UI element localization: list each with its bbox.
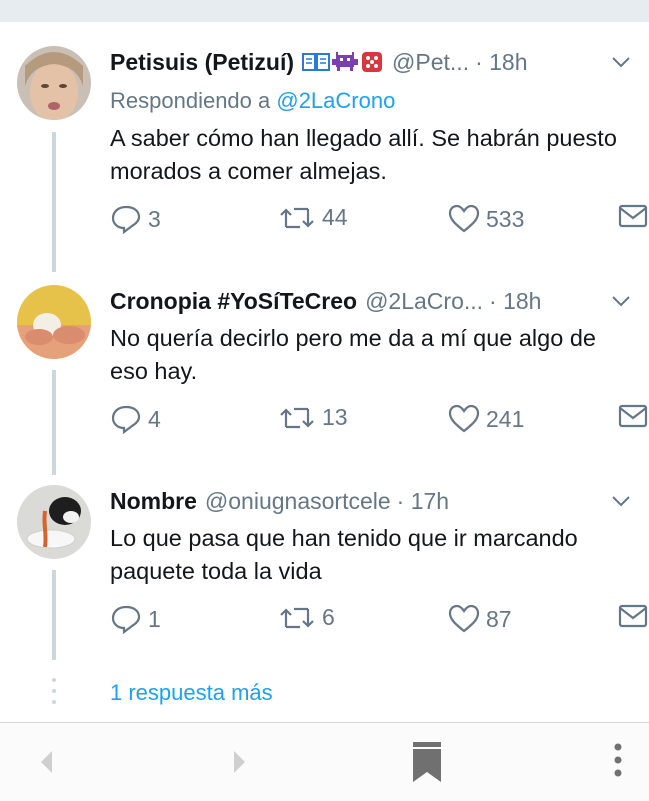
retweet-icon bbox=[280, 207, 314, 228]
more-options-icon[interactable] bbox=[608, 741, 628, 781]
tweet-text: No quería decirlo pero me da a mí que al… bbox=[110, 325, 596, 384]
retweet-icon bbox=[280, 407, 314, 428]
tweet-header: Nombre @oniugnasortcele · 17h bbox=[110, 481, 599, 521]
more-replies-dots bbox=[52, 678, 56, 711]
reply-button[interactable]: 4 bbox=[110, 404, 161, 434]
reply-count: 1 bbox=[148, 605, 161, 632]
more-replies-link[interactable]: 1 respuesta más bbox=[110, 680, 273, 706]
timestamp[interactable]: · 18h bbox=[489, 288, 541, 315]
like-count: 87 bbox=[486, 605, 512, 632]
tweet-header: Petisuis (Petizuí) @Pet... · 18h bbox=[110, 42, 599, 82]
tweet-text: A saber cómo han llegado allí. Se habrán… bbox=[110, 125, 617, 184]
like-button[interactable]: 241 bbox=[448, 404, 524, 434]
like-button[interactable]: 533 bbox=[448, 204, 524, 234]
message-button[interactable] bbox=[618, 604, 649, 628]
user-handle[interactable]: @2LaCro... bbox=[365, 288, 483, 315]
tweet[interactable]: Petisuis (Petizuí) @Pet... · 18h Respond… bbox=[0, 42, 649, 272]
message-button[interactable] bbox=[618, 204, 649, 228]
retweet-button[interactable]: 6 bbox=[278, 604, 335, 631]
heart-icon bbox=[448, 604, 480, 633]
reply-button[interactable]: 1 bbox=[110, 604, 161, 634]
name-emojis bbox=[302, 50, 384, 74]
tweet-header: Cronopia #YoSíTeCreo @2LaCro... · 18h bbox=[110, 281, 599, 321]
reply-count: 3 bbox=[148, 205, 161, 232]
envelope-icon bbox=[618, 404, 648, 428]
chevron-down-icon[interactable] bbox=[609, 50, 633, 74]
space-invader-icon bbox=[332, 52, 359, 71]
forward-arrow-icon[interactable] bbox=[228, 747, 250, 777]
replying-to-label: Respondiendo a bbox=[110, 88, 277, 113]
replying-to-mention[interactable]: @2LaCrono bbox=[276, 88, 395, 113]
replying-to: Respondiendo a @2LaCrono bbox=[110, 88, 395, 114]
tweet[interactable]: Nombre @oniugnasortcele · 17h Lo que pas… bbox=[0, 481, 649, 671]
timestamp[interactable]: · 18h bbox=[475, 49, 527, 76]
reply-button[interactable]: 3 bbox=[110, 204, 161, 234]
tweet[interactable]: Cronopia #YoSíTeCreo @2LaCro... · 18h No… bbox=[0, 281, 649, 471]
reply-icon bbox=[111, 405, 141, 434]
avatar[interactable] bbox=[17, 285, 91, 359]
reply-icon bbox=[111, 605, 141, 634]
tweet-actions: 3 44 533 bbox=[110, 204, 649, 234]
tweet-text: Lo que pasa que han tenido que ir marcan… bbox=[110, 525, 578, 584]
dice-icon bbox=[362, 52, 383, 72]
back-arrow-icon[interactable] bbox=[36, 747, 58, 777]
book-emoji-icon bbox=[302, 53, 331, 71]
chevron-down-icon[interactable] bbox=[609, 289, 633, 313]
user-handle[interactable]: @Pet... bbox=[392, 49, 469, 76]
envelope-icon bbox=[618, 204, 648, 228]
envelope-icon bbox=[618, 604, 648, 628]
retweet-icon bbox=[280, 607, 314, 628]
reply-count: 4 bbox=[148, 405, 161, 432]
retweet-button[interactable]: 44 bbox=[278, 204, 348, 231]
retweet-button[interactable]: 13 bbox=[278, 404, 348, 431]
display-name[interactable]: Petisuis (Petizuí) bbox=[110, 49, 294, 76]
message-button[interactable] bbox=[618, 404, 649, 428]
chevron-down-icon[interactable] bbox=[609, 489, 633, 513]
bookmark-icon[interactable] bbox=[410, 739, 444, 785]
like-count: 241 bbox=[486, 405, 525, 432]
retweet-count: 44 bbox=[322, 204, 348, 230]
display-name[interactable]: Cronopia #YoSíTeCreo bbox=[110, 288, 357, 315]
top-separator bbox=[0, 0, 649, 22]
avatar[interactable] bbox=[17, 46, 91, 120]
browser-toolbar bbox=[0, 722, 649, 801]
user-handle[interactable]: @oniugnasortcele bbox=[205, 488, 391, 515]
like-count: 533 bbox=[486, 205, 525, 232]
tweet-actions: 4 13 241 bbox=[110, 404, 649, 434]
reply-icon bbox=[111, 205, 141, 234]
retweet-count: 13 bbox=[322, 404, 348, 430]
heart-icon bbox=[448, 404, 480, 433]
retweet-count: 6 bbox=[322, 604, 335, 630]
like-button[interactable]: 87 bbox=[448, 604, 512, 634]
timestamp[interactable]: · 17h bbox=[397, 488, 449, 515]
avatar[interactable] bbox=[17, 485, 91, 559]
tweet-actions: 1 6 87 bbox=[110, 604, 649, 634]
heart-icon bbox=[448, 204, 480, 233]
display-name[interactable]: Nombre bbox=[110, 488, 197, 515]
